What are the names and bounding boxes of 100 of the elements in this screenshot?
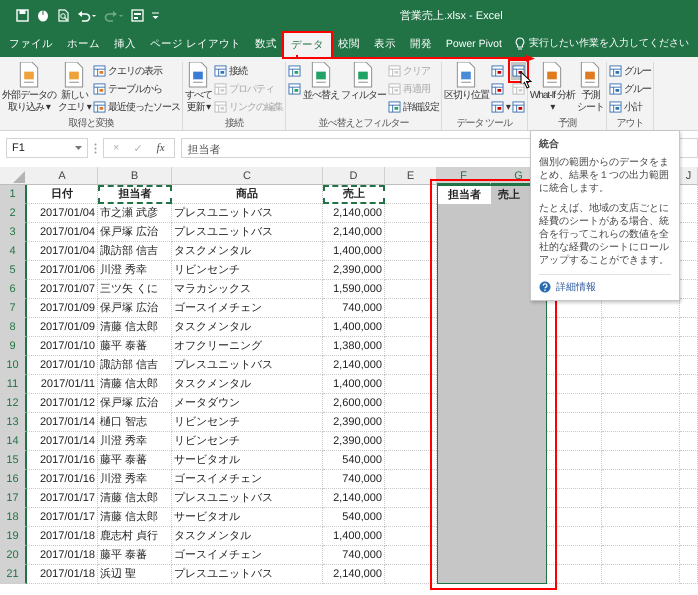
more-info-link[interactable]: 詳細情報 — [556, 280, 596, 294]
ribbon-button[interactable]: 小計 — [608, 98, 643, 116]
ribbon-button[interactable]: 詳細設定 — [386, 98, 440, 116]
ribbon-tab[interactable]: 校閲 — [330, 30, 367, 57]
empty-cell — [680, 337, 698, 356]
table-cell: 2,140,000 — [323, 356, 385, 375]
document-icon — [310, 62, 332, 88]
row-header[interactable]: 1 — [0, 185, 27, 204]
row-header[interactable]: 11 — [0, 375, 27, 394]
empty-cell — [680, 318, 698, 337]
empty-cell — [680, 413, 698, 432]
row-header[interactable]: 16 — [0, 470, 27, 489]
row-header[interactable]: 4 — [0, 242, 27, 261]
ribbon-button[interactable]: 区切り位置 — [442, 62, 490, 102]
tell-me-field[interactable]: 実行したい作業を入力してください — [524, 30, 698, 57]
print-preview-icon[interactable] — [57, 8, 70, 22]
table-cell: 諏訪部 信吉 — [98, 356, 172, 375]
row-header[interactable]: 3 — [0, 223, 27, 242]
row-header[interactable]: 18 — [0, 508, 27, 527]
undo-icon[interactable] — [77, 8, 97, 22]
table-cell: 2017/01/06 — [27, 261, 98, 280]
row-header[interactable]: 10 — [0, 356, 27, 375]
empty-cell — [680, 451, 698, 470]
row-header[interactable]: 12 — [0, 394, 27, 413]
row-header[interactable]: 8 — [0, 318, 27, 337]
row-header[interactable]: 20 — [0, 546, 27, 565]
lightbulb-icon — [514, 36, 525, 50]
ribbon-group-label: アウト — [615, 117, 644, 130]
empty-cell — [680, 356, 698, 375]
ribbon-button[interactable]: What-If 分析 ▾ — [528, 62, 576, 114]
table-cell: 売上 — [323, 185, 385, 204]
row-header[interactable]: 14 — [0, 432, 27, 451]
table-cell: マラカシックス — [172, 280, 323, 299]
ribbon-button[interactable]: すべて 更新 ▾ — [184, 62, 213, 114]
ribbon-button[interactable]: 予測 シート — [576, 62, 605, 114]
table-icon — [512, 101, 525, 113]
ribbon-button[interactable]: テーブルから — [92, 80, 163, 98]
ribbon-tab[interactable]: ホーム — [60, 30, 107, 57]
table-cell: 740,000 — [323, 546, 385, 565]
column-header[interactable]: D — [323, 167, 385, 185]
ribbon-button[interactable]: 最近使ったソース — [92, 98, 181, 116]
ribbon-tab[interactable]: ページ レイアウト — [143, 30, 248, 57]
ribbon-button[interactable]: クエリの表示 — [92, 62, 163, 80]
table-cell: 清藤 信太郎 — [98, 375, 172, 394]
row-header[interactable]: 17 — [0, 489, 27, 508]
ribbon-button[interactable]: 外部データの 取り込み ▾ — [1, 62, 57, 114]
ribbon-tab[interactable]: Power Pivot — [438, 30, 509, 57]
table-cell: 鹿志村 貞行 — [98, 527, 172, 546]
table-cell: 2,390,000 — [323, 432, 385, 451]
ribbon-button[interactable]: グルー — [608, 80, 652, 98]
table-cell: 2,600,000 — [323, 394, 385, 413]
ribbon-button[interactable]: グルー — [608, 62, 652, 80]
table-cell: 樋口 智志 — [98, 413, 172, 432]
table-icon — [388, 65, 401, 77]
table-cell: メータダウン — [172, 394, 323, 413]
row-header[interactable]: 21 — [0, 565, 27, 584]
table-cell: 2,140,000 — [323, 223, 385, 242]
ribbon-button[interactable]: 新しい クエリ ▾ — [57, 62, 92, 114]
table-cell: 2017/01/04 — [27, 242, 98, 261]
column-header[interactable]: B — [98, 167, 172, 185]
row-header[interactable]: 6 — [0, 280, 27, 299]
table-cell: 2017/01/17 — [27, 508, 98, 527]
table-cell: 2017/01/18 — [27, 565, 98, 584]
column-header[interactable]: A — [27, 167, 98, 185]
row-header[interactable]: 15 — [0, 451, 27, 470]
row-header[interactable]: 19 — [0, 527, 27, 546]
table-cell: 540,000 — [323, 451, 385, 470]
ribbon-tab[interactable]: ファイル — [2, 30, 60, 57]
ribbon-button[interactable]: 接続 — [212, 62, 248, 80]
formula-button[interactable]: fx — [154, 142, 168, 154]
row-header[interactable]: 2 — [0, 204, 27, 223]
ribbon-tab[interactable]: 数式 — [248, 30, 284, 57]
save-icon[interactable] — [16, 8, 29, 22]
row-header[interactable]: 5 — [0, 261, 27, 280]
ribbon-group-label: 予測 — [556, 116, 578, 130]
table-icon — [92, 65, 106, 77]
tooltip-title: 統合 — [539, 138, 560, 151]
ribbon-tab[interactable]: 表示 — [366, 30, 403, 57]
ribbon-button[interactable]: フィルター — [340, 62, 387, 102]
form-icon[interactable] — [131, 8, 144, 22]
column-header[interactable]: C — [172, 167, 323, 185]
ribbon-tab[interactable]: データ — [284, 33, 331, 57]
table-cell: 市之瀬 武彦 — [98, 204, 172, 223]
row-header[interactable]: 13 — [0, 413, 27, 432]
ribbon-tab[interactable]: 開発 — [402, 30, 439, 57]
table-cell: 日付 — [27, 185, 98, 204]
table-cell: 2,140,000 — [323, 565, 385, 584]
ribbon-button[interactable]: ▾ — [490, 98, 511, 116]
ribbon-tab[interactable]: 挿入 — [107, 30, 143, 57]
empty-cell — [680, 508, 698, 527]
row-header[interactable]: 9 — [0, 337, 27, 356]
table-icon — [512, 83, 525, 95]
name-box[interactable]: F1 — [6, 138, 88, 158]
ribbon-button[interactable]: 並べ替え — [302, 62, 340, 102]
table-cell: 2017/01/09 — [27, 318, 98, 337]
mouse-icon[interactable] — [36, 8, 50, 22]
table-cell: プレスユニットバス — [172, 356, 323, 375]
row-header[interactable]: 7 — [0, 299, 27, 318]
table-cell: 川澄 秀幸 — [98, 470, 172, 489]
table-icon — [608, 83, 622, 95]
